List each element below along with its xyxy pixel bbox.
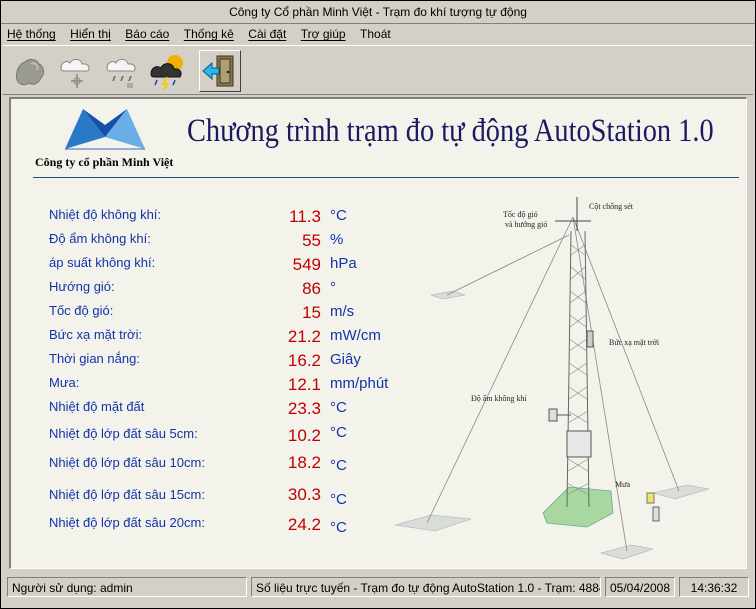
status-time: 14:36:32 [679,577,749,597]
reading-value: 549 [292,255,321,274]
reading-value: 30.3 [287,485,321,504]
weather-station-icon [60,58,90,88]
exit-door-icon [202,55,234,87]
reading-label: Nhiệt độ không khí: [49,207,162,222]
rain-label: Mưa [615,480,630,489]
reading-value: 11.3 [289,207,321,226]
status-user: Người sử dụng: admin [7,577,247,597]
map-button[interactable] [9,50,51,92]
wind-speed-label: Tốc độ gió [503,210,538,219]
rain-gauge-icon [106,58,136,88]
reading-unit: °C [330,424,347,441]
reading-value: 10.2 [287,426,321,445]
reading-label: Hướng gió: [49,279,115,294]
reading-label: Nhiệt độ lớp đất sâu 20cm: [49,515,205,530]
rain-gauge-button[interactable] [101,50,143,92]
reading-value: 86 [302,279,321,298]
toolbar [3,45,753,95]
app-window: Công ty Cổ phần Minh Việt - Trạm đo khí … [0,0,756,609]
station-diagram: Cột chống sét Tốc độ gió và hướng gió Bứ… [394,197,710,560]
status-bar: Người sử dụng: admin Số liệu trực tuyến … [1,573,755,608]
reading-unit: m/s [330,303,355,320]
status-info: Số liệu trực tuyến - Trạm đo tự động Aut… [251,577,601,597]
reading-label: Tốc độ gió: [49,303,114,318]
reading-label: Bức xạ mặt trời: [49,327,143,342]
menu-cai-dat[interactable]: Cài đặt [244,25,290,43]
main-panel: Công ty cổ phần Minh Việt Chương trình t… [9,97,747,569]
reading-unit: °C [330,491,347,508]
company-logo [65,109,145,150]
reading-unit: °C [330,207,347,224]
menu-bar: Hệ thống Hiển thị Báo cáo Thống kê Cài đ… [1,24,755,44]
menu-hien-thi[interactable]: Hiển thị [66,25,115,43]
reading-value: 23.3 [287,399,321,418]
solar-radiation-label: Bức xạ mặt trời [609,338,660,347]
reading-value: 24.2 [287,515,321,534]
reading-label: áp suất không khí: [49,255,156,270]
reading-unit: % [330,231,344,248]
reading-unit: ° [330,279,336,296]
reading-value: 21.2 [287,327,321,346]
menu-thong-ke[interactable]: Thống kê [180,25,238,43]
reading-value: 16.2 [287,351,321,370]
reading-label: Nhiệt độ lớp đất sâu 15cm: [49,487,205,502]
menu-thoat[interactable]: Thoát [356,25,395,43]
title-bar: Công ty Cổ phần Minh Việt - Trạm đo khí … [1,1,755,24]
storm-icon [150,55,183,91]
reading-value: 12.1 [287,375,321,394]
reading-unit: mW/cm [330,327,381,344]
storm-button[interactable] [147,50,189,92]
lightning-rod-label: Cột chống sét [589,202,634,211]
menu-he-thong[interactable]: Hệ thống [3,25,60,43]
menu-tro-giup[interactable]: Trợ giúp [297,25,350,43]
reading-unit: mm/phút [330,375,389,392]
reading-label: Thời gian nắng: [49,351,140,366]
map-icon [16,59,44,86]
status-date: 05/04/2008 [605,577,675,597]
exit-button[interactable] [199,50,241,92]
humidity-label: Độ ẩm không khí [471,394,528,403]
reading-unit: °C [330,399,347,416]
reading-label: Nhiệt độ mặt đất [49,399,145,414]
page-title: Chương trình trạm đo tự động AutoStation… [187,113,714,149]
reading-label: Mưa: [49,375,80,390]
reading-unit: Giây [330,351,361,368]
reading-unit: °C [330,519,347,536]
reading-label: Độ ẩm không khí: [49,231,151,246]
reading-unit: °C [330,457,347,474]
reading-value: 18.2 [287,453,321,472]
reading-label: Nhiệt độ lớp đất sâu 10cm: [49,455,205,470]
window-title: Công ty Cổ phần Minh Việt - Trạm đo khí … [229,5,527,19]
menu-bao-cao[interactable]: Báo cáo [121,25,173,43]
reading-value: 55 [302,231,321,250]
reading-label: Nhiệt độ lớp đất sâu 5cm: [49,426,198,441]
wind-direction-label: và hướng gió [505,220,547,229]
reading-unit: hPa [330,255,357,272]
reading-value: 15 [302,303,321,322]
divider [33,177,739,178]
weather-station-button[interactable] [55,50,97,92]
company-name: Công ty cổ phần Minh Việt [35,155,174,169]
